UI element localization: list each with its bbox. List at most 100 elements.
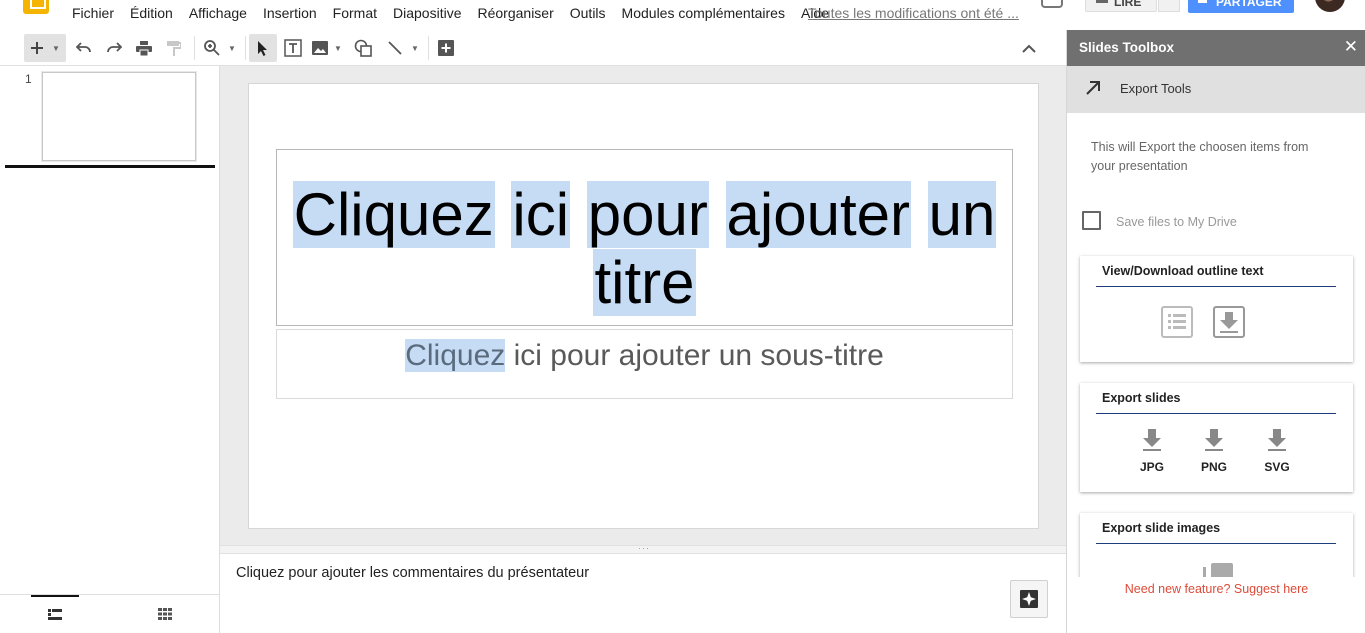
chevron-up-icon [1022, 44, 1036, 53]
close-icon[interactable]: ✕ [1344, 37, 1358, 57]
share-button[interactable]: PARTAGER [1188, 0, 1294, 13]
panel-description: This will Export the choosen items from … [1091, 140, 1309, 173]
format-label: JPG [1139, 460, 1164, 474]
grid-view-icon [158, 608, 172, 620]
comments-icon[interactable] [1041, 0, 1063, 8]
chevron-down-icon: ▼ [228, 43, 236, 53]
paint-roller-icon [167, 40, 181, 56]
zoom-button[interactable]: ▼ [200, 34, 240, 62]
redo-icon [107, 42, 122, 53]
speaker-notes[interactable]: Cliquez pour ajouter les commentaires du… [220, 554, 1066, 633]
drag-handle-icon: ··· [638, 543, 650, 553]
slide-number: 1 [25, 72, 32, 86]
slides-logo-icon[interactable] [23, 0, 49, 14]
toolbar-divider [428, 36, 429, 60]
panel-footer: Need new feature? Suggest here [1067, 577, 1365, 633]
card-divider [1096, 413, 1336, 414]
export-arrow-icon [1086, 81, 1100, 95]
slide-canvas: Cliquez ici pour ajouter un titre Clique… [220, 66, 1066, 545]
subtitle-rest: ici pour ajouter un sous-titre [505, 339, 884, 372]
menu-reorganiser[interactable]: Réorganiser [477, 5, 553, 21]
panel-title: Slides Toolbox [1079, 40, 1175, 55]
title-word: ici [511, 181, 571, 248]
print-icon [136, 40, 152, 56]
outline-card: View/Download outline text [1080, 256, 1353, 362]
download-icon [1205, 429, 1223, 451]
share-button-label: PARTAGER [1216, 0, 1282, 9]
save-status-link[interactable]: Toutes les modifications ont été ... [808, 5, 1019, 21]
slide-thumbnail[interactable] [42, 72, 196, 161]
images-icon [1203, 563, 1233, 577]
avatar[interactable] [1315, 0, 1345, 12]
card-title: Export slides [1102, 391, 1181, 405]
download-box-icon [1213, 306, 1245, 338]
menu-modules[interactable]: Modules complémentaires [622, 5, 785, 21]
grid-view-button[interactable] [110, 595, 220, 633]
document-list-icon [1161, 306, 1193, 338]
menu-insertion[interactable]: Insertion [263, 5, 317, 21]
subtitle-text: Cliquez ici pour ajouter un sous-titre [277, 339, 1012, 373]
panel-header: Slides Toolbox ✕ [1067, 30, 1365, 66]
menu-outils[interactable]: Outils [570, 5, 606, 21]
export-images-button[interactable] [1198, 563, 1238, 577]
cursor-icon [258, 41, 267, 56]
print-button[interactable] [133, 34, 155, 62]
redo-button[interactable] [103, 34, 125, 62]
list-view-icon [48, 608, 62, 620]
card-divider [1096, 286, 1336, 287]
view-outline-button[interactable] [1157, 306, 1197, 343]
filmstrip-view-button[interactable] [0, 595, 110, 633]
speaker-notes-placeholder[interactable]: Cliquez pour ajouter les commentaires du… [236, 565, 589, 581]
paint-format-button[interactable] [163, 34, 185, 62]
explore-icon [1020, 590, 1038, 608]
present-button[interactable]: LIRE [1085, 0, 1157, 12]
toolbar-divider [194, 36, 195, 60]
subtitle-placeholder[interactable]: Cliquez ici pour ajouter un sous-titre [276, 329, 1013, 399]
notes-resize-handle[interactable]: ··· [220, 543, 1066, 554]
select-tool-button[interactable] [249, 34, 277, 62]
menu-format[interactable]: Format [333, 5, 377, 21]
title-word: pour [586, 181, 709, 248]
text-box-button[interactable] [282, 34, 304, 62]
present-button-label: LIRE [1114, 0, 1142, 9]
collapse-menus-button[interactable] [1018, 34, 1040, 62]
zoom-icon [204, 40, 220, 56]
chevron-down-icon: ▼ [52, 43, 60, 53]
explore-button[interactable] [1010, 580, 1048, 618]
line-button[interactable]: ▼ [383, 34, 423, 62]
menu-affichage[interactable]: Affichage [189, 5, 247, 21]
new-slide-button[interactable]: ▼ [24, 34, 66, 62]
save-to-drive-label[interactable]: Save files to My Drive [1116, 215, 1237, 229]
present-dropdown-button[interactable] [1158, 0, 1180, 12]
menu-fichier[interactable]: Fichier [72, 5, 114, 21]
chevron-down-icon: ▼ [334, 43, 342, 53]
subtitle-highlight: Cliquez [405, 339, 506, 372]
toolbar: ▼ ▼ ▼ ▼ [0, 30, 1066, 66]
export-slides-card: Export slides JPG PNG SVG [1080, 383, 1353, 492]
export-png-button[interactable]: PNG [1189, 429, 1239, 474]
export-jpg-button[interactable]: JPG [1127, 429, 1177, 474]
shape-button[interactable] [352, 34, 374, 62]
add-comment-icon [438, 40, 454, 56]
undo-button[interactable] [73, 34, 95, 62]
title-placeholder[interactable]: Cliquez ici pour ajouter un titre [276, 149, 1013, 326]
card-title: Export slide images [1102, 521, 1221, 535]
plus-icon [31, 42, 44, 54]
add-comment-button[interactable] [435, 34, 457, 62]
export-svg-button[interactable]: SVG [1252, 429, 1302, 474]
filmstrip: 1 [0, 66, 220, 633]
menu-edition[interactable]: Édition [130, 5, 173, 21]
slide[interactable]: Cliquez ici pour ajouter un titre Clique… [248, 83, 1039, 529]
format-label: PNG [1200, 460, 1227, 474]
main-menu: Fichier Édition Affichage Insertion Form… [72, 5, 845, 21]
slides-toolbox-panel: Slides Toolbox ✕ Export Tools This will … [1066, 30, 1365, 633]
download-outline-button[interactable] [1209, 306, 1249, 343]
export-tools-section[interactable]: Export Tools [1067, 66, 1365, 113]
format-label: SVG [1264, 460, 1290, 474]
panel-scroll-area[interactable]: View/Download outline text Export slides… [1067, 244, 1365, 577]
insert-image-button[interactable]: ▼ [310, 34, 344, 62]
save-to-drive-checkbox[interactable] [1082, 211, 1101, 230]
shape-icon [354, 39, 372, 57]
suggest-feature-link[interactable]: Need new feature? Suggest here [1125, 582, 1308, 596]
menu-diapositive[interactable]: Diapositive [393, 5, 461, 21]
